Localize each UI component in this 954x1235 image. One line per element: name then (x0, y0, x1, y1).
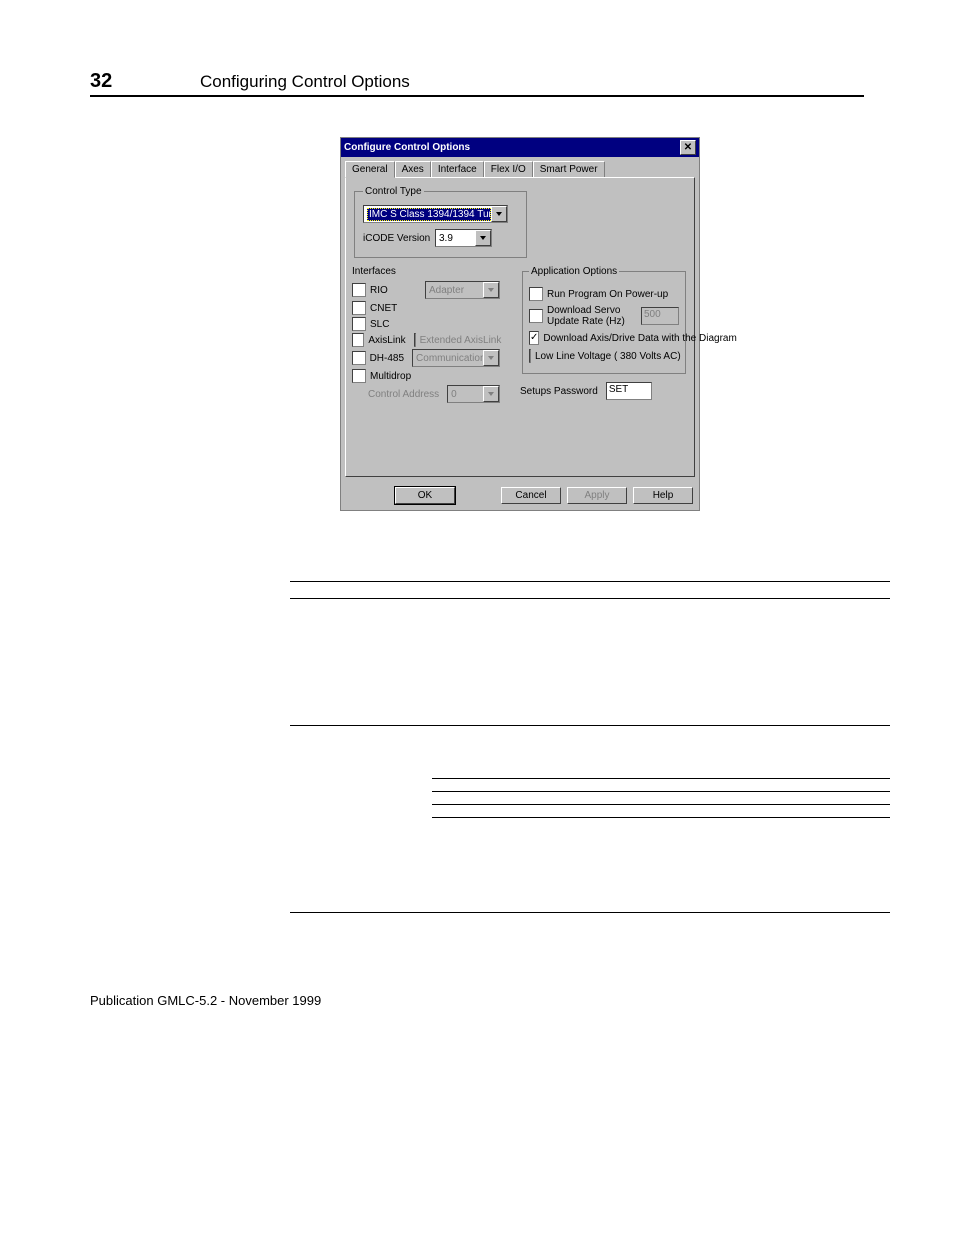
multidrop-checkbox[interactable] (352, 369, 366, 383)
download-axis-checkbox[interactable] (529, 331, 539, 345)
table-cell (432, 599, 890, 726)
setups-password-field[interactable]: SET (606, 382, 652, 400)
page-number: 32 (90, 70, 200, 93)
download-servo-checkbox[interactable] (529, 309, 543, 323)
tab-content: Control Type IMC S Class 1394/1394 Turbo… (345, 177, 695, 477)
tab-flex-io[interactable]: Flex I/O (484, 161, 533, 177)
icode-version-value: 3.9 (439, 233, 475, 244)
publication-footer: Publication GMLC-5.2 - November 1999 (90, 993, 864, 1008)
setups-password-label: Setups Password (520, 386, 598, 397)
interfaces-group: Interfaces RIO Adapter CNET (352, 266, 500, 405)
low-line-voltage-label: Low Line Voltage ( 380 Volts AC) (535, 351, 681, 362)
table-cell (290, 726, 432, 913)
tab-general[interactable]: General (345, 161, 395, 178)
slc-label: SLC (370, 319, 389, 330)
dialog-title: Configure Control Options (344, 142, 470, 153)
page-header: 32 Configuring Control Options (90, 70, 864, 97)
tab-interface[interactable]: Interface (431, 161, 484, 177)
application-options-legend: Application Options (529, 266, 619, 277)
axislink-checkbox[interactable] (352, 333, 364, 347)
dialog-tabs: General Axes Interface Flex I/O Smart Po… (341, 157, 699, 177)
chevron-down-icon (491, 206, 507, 222)
cnet-checkbox[interactable] (352, 301, 366, 315)
table-cell (432, 726, 890, 913)
communications-value: Communications (416, 353, 483, 364)
multidrop-label: Multidrop (370, 371, 411, 382)
control-address-label: Control Address (368, 389, 439, 400)
inner-table (432, 726, 890, 830)
control-type-legend: Control Type (363, 186, 424, 197)
configure-control-options-dialog: Configure Control Options ✕ General Axes… (340, 137, 700, 511)
cancel-button[interactable]: Cancel (501, 487, 561, 504)
table-cell (290, 582, 432, 599)
run-on-powerup-checkbox[interactable] (529, 287, 543, 301)
tab-smart-power[interactable]: Smart Power (533, 161, 605, 177)
dialog-titlebar: Configure Control Options ✕ (341, 138, 699, 157)
dh485-label: DH-485 (370, 353, 404, 364)
slc-checkbox[interactable] (352, 317, 366, 331)
icode-version-select[interactable]: 3.9 (435, 229, 492, 247)
extended-axislink-label: Extended AxisLink (420, 335, 502, 346)
rio-checkbox[interactable] (352, 283, 366, 297)
ok-button[interactable]: OK (395, 487, 455, 504)
chevron-down-icon (475, 230, 491, 246)
adapter-select: Adapter (425, 281, 500, 299)
low-line-voltage-checkbox[interactable] (529, 349, 531, 363)
chevron-down-icon (483, 350, 499, 366)
control-address-value: 0 (451, 389, 483, 400)
cnet-label: CNET (370, 303, 397, 314)
interfaces-legend: Interfaces (352, 266, 500, 277)
download-servo-label: Download Servo Update Rate (Hz) (547, 305, 637, 327)
download-axis-label: Download Axis/Drive Data with the Diagra… (543, 333, 736, 344)
help-button[interactable]: Help (633, 487, 693, 504)
rio-label: RIO (370, 285, 388, 296)
chevron-down-icon (483, 386, 499, 402)
control-type-value: IMC S Class 1394/1394 Turbo (367, 208, 491, 221)
control-type-group: Control Type IMC S Class 1394/1394 Turbo… (354, 186, 527, 258)
icode-version-label: iCODE Version (363, 233, 435, 244)
tab-axes[interactable]: Axes (395, 161, 431, 177)
section-title: Configuring Control Options (200, 72, 410, 92)
options-table (290, 581, 890, 913)
table-cell (432, 582, 890, 599)
close-icon[interactable]: ✕ (680, 140, 696, 155)
update-rate-field: 500 (641, 307, 679, 325)
control-type-select[interactable]: IMC S Class 1394/1394 Turbo (363, 205, 508, 223)
chevron-down-icon (483, 282, 499, 298)
communications-select: Communications (412, 349, 500, 367)
dialog-button-row: OK Cancel Apply Help (341, 481, 699, 510)
axislink-label: AxisLink (368, 335, 405, 346)
adapter-value: Adapter (429, 285, 483, 296)
extended-axislink-checkbox (414, 333, 416, 347)
application-options-group: Application Options Run Program On Power… (520, 266, 688, 405)
table-cell (290, 599, 432, 726)
apply-button: Apply (567, 487, 627, 504)
dh485-checkbox[interactable] (352, 351, 366, 365)
control-address-select: 0 (447, 385, 500, 403)
run-on-powerup-label: Run Program On Power-up (547, 289, 668, 300)
